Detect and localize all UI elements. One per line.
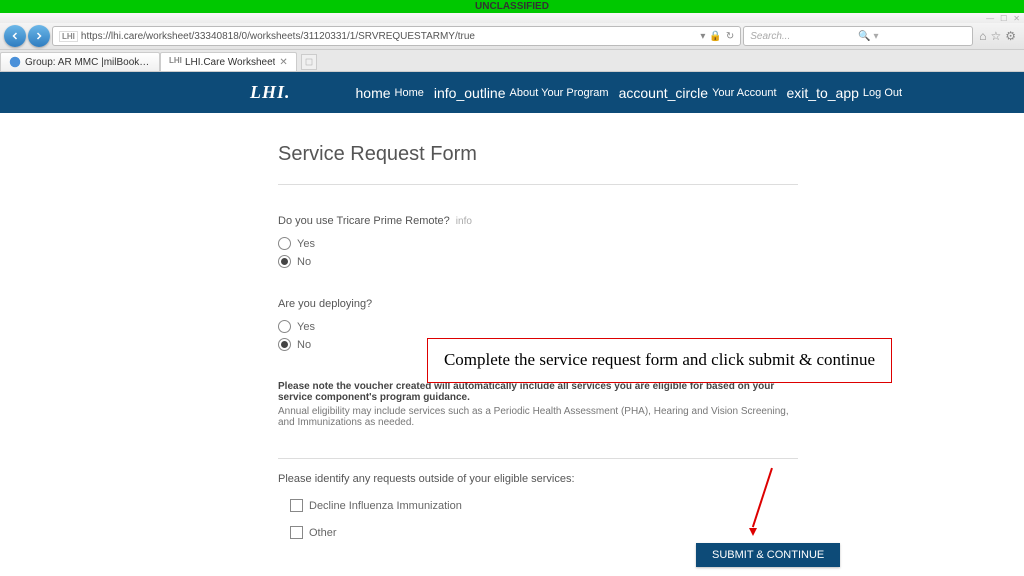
browser-toolbar: LHI https://lhi.care/worksheet/33340818/… [0,23,1024,50]
tab-strip: Group: AR MMC |milBook Ho... LHI LHI.Car… [0,50,1024,72]
identify-label: Please identify any requests outside of … [278,473,798,485]
home-icon-text: home [356,85,391,101]
new-tab-button[interactable] [301,54,317,70]
title-divider [278,184,798,185]
checkbox-other[interactable]: Other [290,526,798,539]
nav-about-label: About Your Program [510,87,609,99]
lock-icon: 🔒 [709,31,721,42]
nav-about[interactable]: info_outline About Your Program [434,85,609,101]
tab-favicon-2: LHI [169,56,181,68]
radio-yes-1[interactable] [278,237,291,250]
maximize-icon[interactable]: ☐ [1000,14,1007,23]
q1-option-yes[interactable]: Yes [278,237,798,250]
browser-search-bar[interactable]: Search... 🔍 ▾ [743,26,973,46]
exit-icon-text: exit_to_app [787,85,859,101]
refresh-icon[interactable]: ↻ [726,31,734,42]
info-icon-text: info_outline [434,85,506,101]
q1-option-no[interactable]: No [278,255,798,268]
tab-close-icon[interactable]: ✕ [279,57,287,68]
q1-no-label: No [297,256,311,268]
main-nav: home Home info_outline About Your Progra… [356,85,903,101]
dropdown-icon[interactable]: ▾ [700,31,705,42]
checkbox-1-label: Decline Influenza Immunization [309,500,462,512]
arrow-left-icon [9,30,21,42]
checkbox-decline-flu[interactable]: Decline Influenza Immunization [290,499,798,512]
nav-account-label: Your Account [712,87,776,99]
q1-yes-label: Yes [297,238,315,250]
tab-title-2: LHI.Care Worksheet [185,57,275,68]
tab-1[interactable]: Group: AR MMC |milBook Ho... [0,52,160,71]
nav-logout[interactable]: exit_to_app Log Out [787,85,903,101]
q1-label: Do you use Tricare Prime Remote? info [278,215,798,227]
site-badge: LHI [59,31,78,42]
question-tricare: Do you use Tricare Prime Remote? info Ye… [278,215,798,268]
account-icon-text: account_circle [619,85,709,101]
star-icon[interactable]: ☆ [990,29,1001,43]
arrow-right-icon [33,30,45,42]
search-placeholder: Search... [750,31,858,42]
note-small-text: Annual eligibility may include services … [278,406,798,428]
nav-logout-label: Log Out [863,87,902,99]
home-icon[interactable]: ⌂ [979,29,986,43]
checkbox-1[interactable] [290,499,303,512]
nav-home[interactable]: home Home [356,85,424,101]
tab-favicon-1 [9,56,21,68]
q2-yes-label: Yes [297,321,315,333]
callout-arrow [771,468,773,530]
close-icon[interactable]: ✕ [1013,14,1020,23]
radio-no-1[interactable] [278,255,291,268]
voucher-note: Please note the voucher created will aut… [278,381,798,428]
section-divider [278,458,798,459]
page-title: Service Request Form [278,143,798,166]
url-indicators: ▾ 🔒 ↻ [700,31,734,42]
submit-continue-button[interactable]: SUBMIT & CONTINUE [696,543,840,567]
note-bold-text: Please note the voucher created will aut… [278,381,798,403]
new-tab-icon [305,58,313,66]
address-bar[interactable]: LHI https://lhi.care/worksheet/33340818/… [52,26,741,46]
q2-option-yes[interactable]: Yes [278,320,798,333]
nav-home-label: Home [395,87,424,99]
checkbox-2-label: Other [309,527,337,539]
tab-2[interactable]: LHI LHI.Care Worksheet ✕ [160,52,297,71]
instruction-callout: Complete the service request form and cl… [427,338,892,383]
gear-icon[interactable]: ⚙ [1005,29,1016,43]
tab-title-1: Group: AR MMC |milBook Ho... [25,57,151,68]
nav-account[interactable]: account_circle Your Account [619,85,777,101]
url-text: https://lhi.care/worksheet/33340818/0/wo… [81,31,700,42]
q1-text: Do you use Tricare Prime Remote? [278,215,450,227]
site-header: LHI. home Home info_outline About Your P… [0,72,1024,113]
q2-no-label: No [297,339,311,351]
q2-label: Are you deploying? [278,298,798,310]
back-button[interactable] [4,25,26,47]
info-icon[interactable]: info [456,216,472,227]
toolbar-extras: ⌂ ☆ ⚙ [975,29,1020,43]
forward-button[interactable] [28,25,50,47]
search-icon[interactable]: 🔍 ▾ [858,31,966,42]
radio-yes-2[interactable] [278,320,291,333]
checkbox-2[interactable] [290,526,303,539]
minimize-icon[interactable]: — [986,14,994,23]
radio-no-2[interactable] [278,338,291,351]
site-logo[interactable]: LHI. [0,82,291,103]
window-titlebar: — ☐ ✕ [0,13,1024,23]
classification-banner: UNCLASSIFIED [0,0,1024,13]
